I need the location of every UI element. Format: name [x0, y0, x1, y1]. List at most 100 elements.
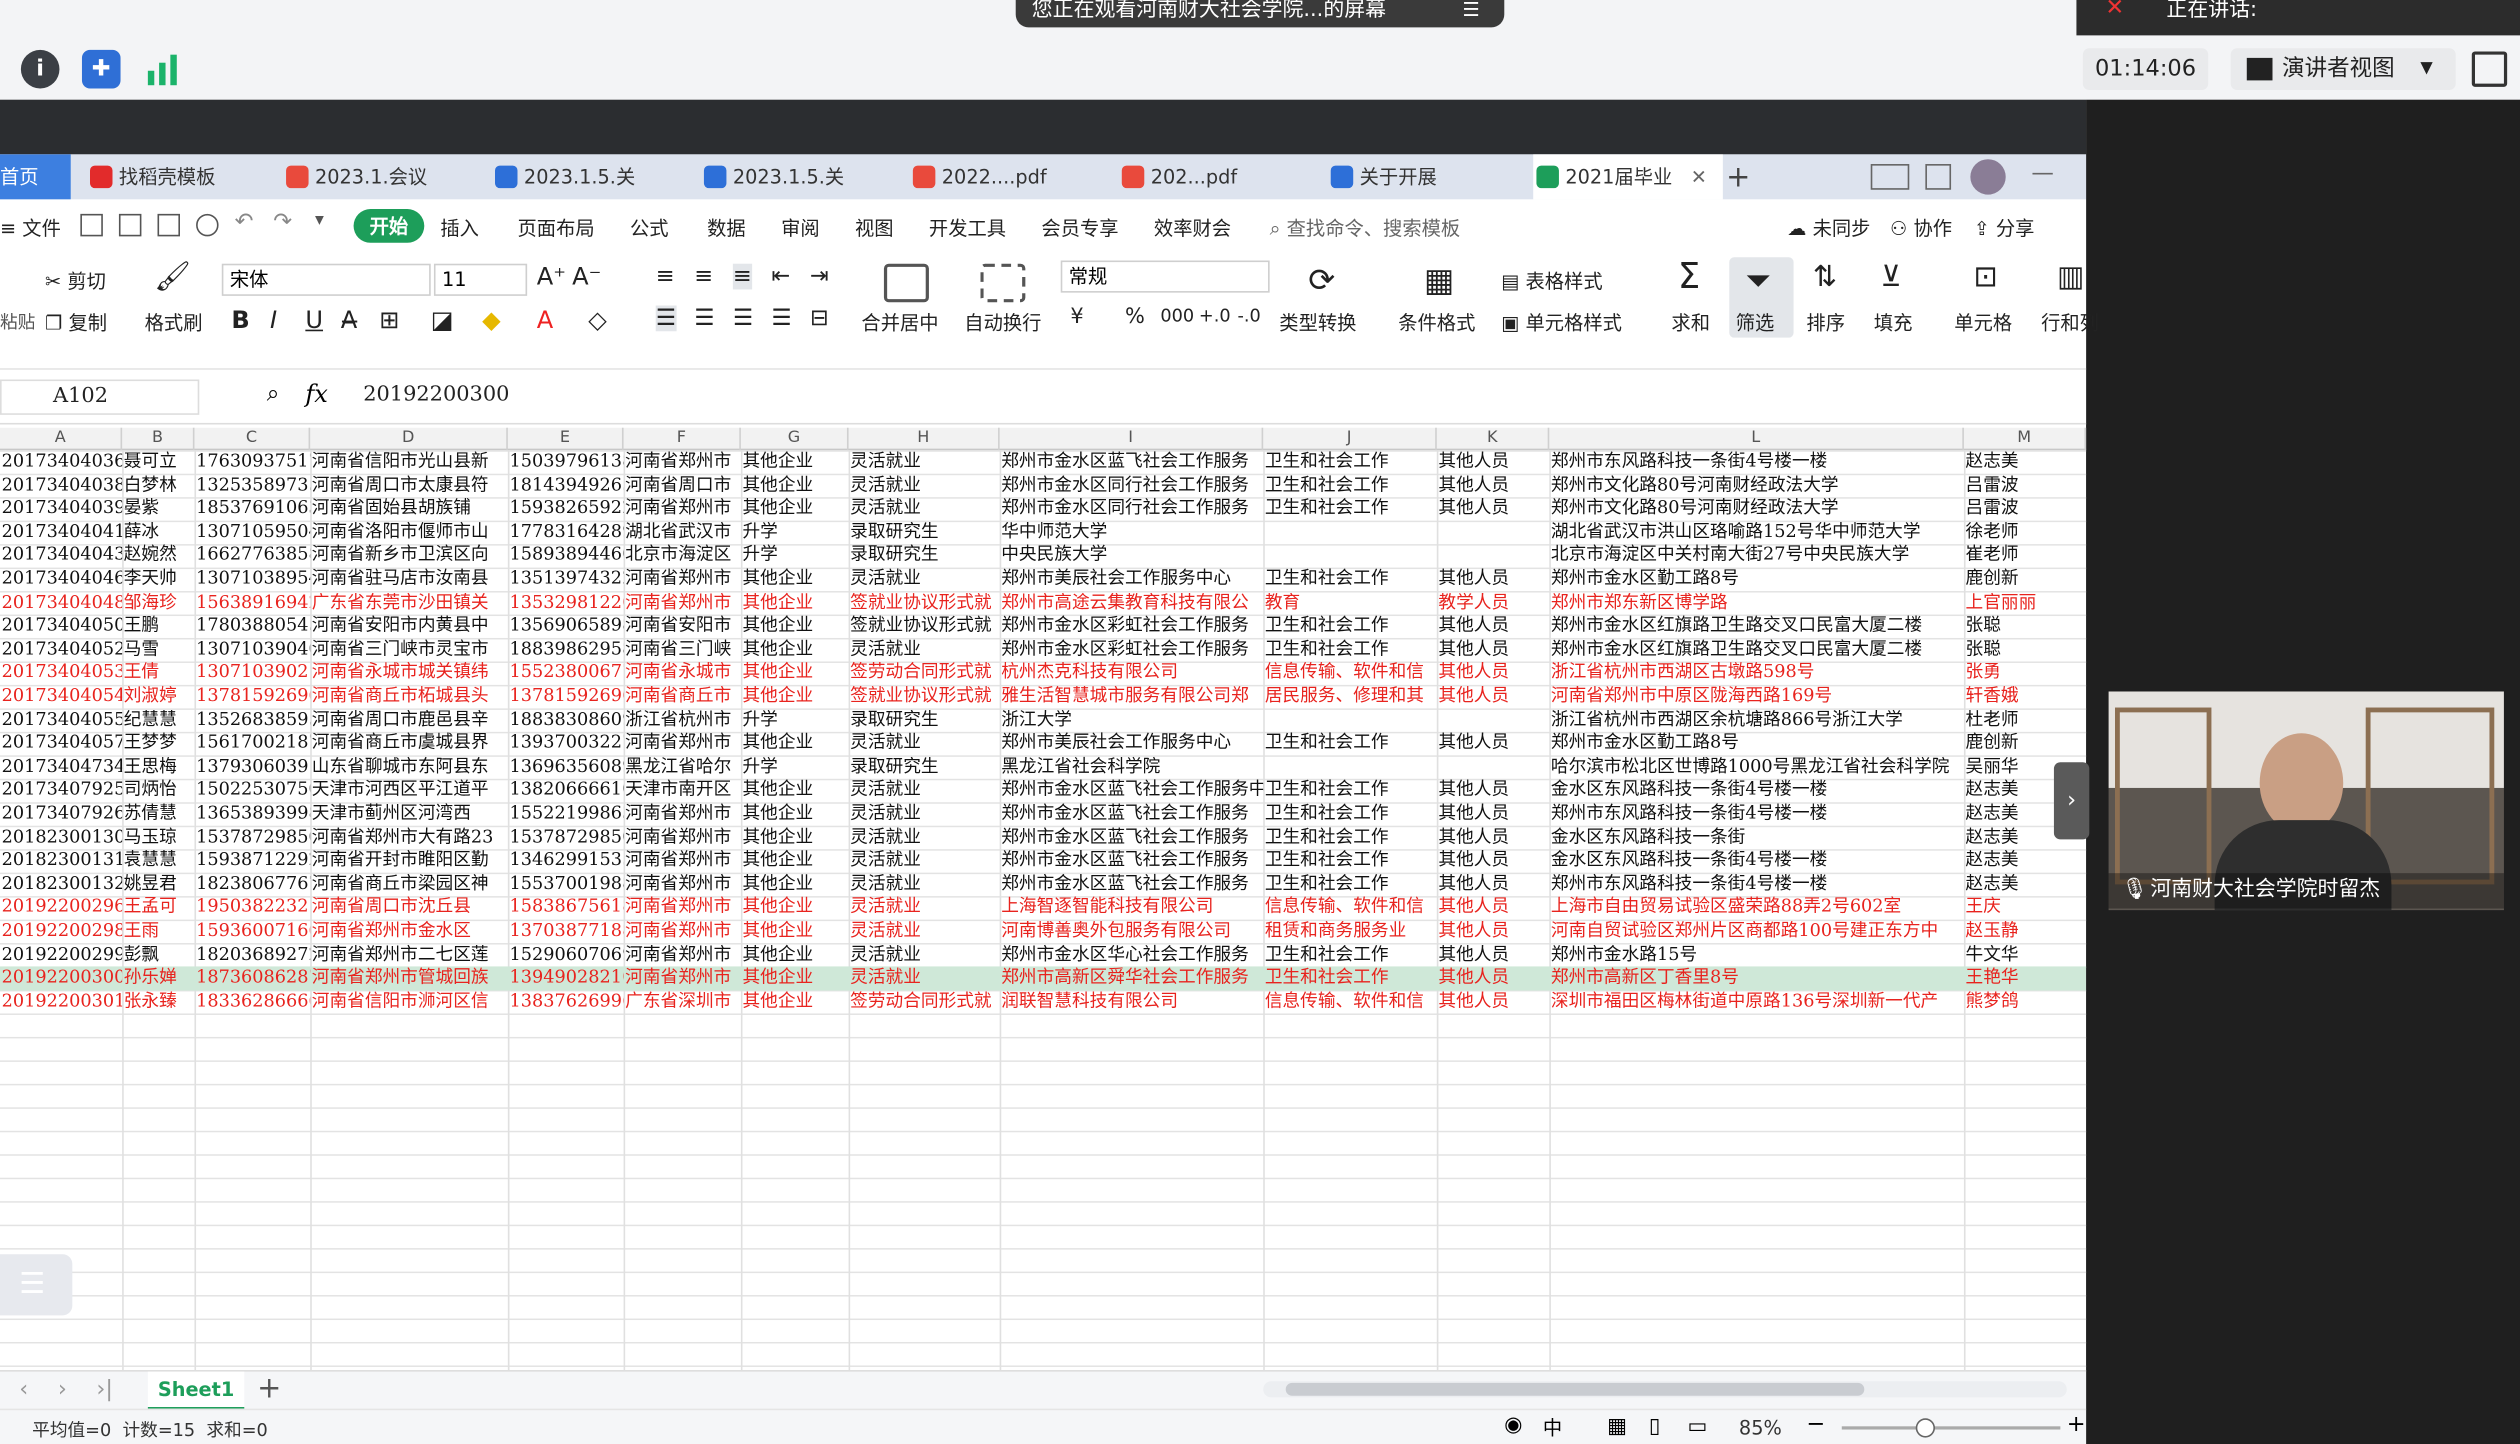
- last-sheet-icon[interactable]: ›|: [96, 1376, 113, 1402]
- table-cell[interactable]: 河南省郑州市: [624, 849, 741, 872]
- align-right-icon[interactable]: ☰: [733, 306, 753, 332]
- table-cell[interactable]: 孙乐婵: [122, 967, 194, 990]
- eraser-icon[interactable]: ◇: [588, 306, 607, 335]
- table-cell[interactable]: 其他企业: [741, 732, 849, 755]
- table-cell[interactable]: 13696356089: [508, 755, 623, 778]
- table-cell[interactable]: 20173404043: [0, 544, 123, 567]
- table-cell[interactable]: 河南省永城市: [624, 662, 741, 685]
- table-cell[interactable]: 15617002187: [194, 732, 310, 755]
- fullscreen-icon[interactable]: [2471, 51, 2508, 87]
- table-cell[interactable]: 其他人员: [1437, 849, 1550, 872]
- menu-view[interactable]: 视图: [855, 214, 894, 241]
- table-cell[interactable]: 灵活就业: [849, 873, 1000, 896]
- align-center-icon[interactable]: ☰: [694, 306, 714, 332]
- table-cell[interactable]: 卫生和社会工作: [1263, 826, 1437, 849]
- table-cell[interactable]: 其他企业: [741, 943, 849, 966]
- table-cell[interactable]: 湖北省武汉市洪山区珞喻路152号华中师范大学: [1549, 521, 1964, 544]
- table-row[interactable]: 20192200298 王雨 15936007166 河南省郑州市金水区 1370387…: [0, 920, 2086, 943]
- table-cell[interactable]: 华中师范大学: [1000, 521, 1264, 544]
- table-cell[interactable]: 崔老师: [1964, 544, 2086, 567]
- table-cell[interactable]: 灵活就业: [849, 849, 1000, 872]
- table-cell[interactable]: 20182300131: [0, 849, 123, 872]
- table-cell[interactable]: 其他企业: [741, 826, 849, 849]
- table-cell[interactable]: 其他人员: [1437, 685, 1550, 708]
- table-cell[interactable]: 河南省郑州市: [624, 943, 741, 966]
- strikethrough-icon[interactable]: A̶: [341, 306, 357, 335]
- menu-insert[interactable]: 插入: [440, 214, 479, 241]
- table-cell[interactable]: 其他企业: [741, 920, 849, 943]
- font-shrink-icon[interactable]: A⁻: [572, 262, 601, 291]
- table-cell[interactable]: 郑州市美辰社会工作服务中心: [1000, 568, 1264, 591]
- font-grow-icon[interactable]: A⁺: [537, 262, 566, 291]
- table-cell[interactable]: 其他人员: [1437, 474, 1550, 497]
- share-banner[interactable]: 您正在观看河南财大社会学院...的屏幕 ☰: [1015, 0, 1505, 28]
- table-cell[interactable]: 19503822321: [194, 896, 310, 919]
- table-cell[interactable]: 袁慧慧: [122, 849, 194, 872]
- table-cell[interactable]: 录取研究生: [849, 708, 1000, 731]
- table-cell[interactable]: 河南自贸试验区郑州片区商都路100号建正东方中: [1549, 920, 1964, 943]
- add-sheet-icon[interactable]: +: [257, 1372, 281, 1406]
- table-cell[interactable]: 晏紫: [122, 497, 194, 520]
- table-cell[interactable]: 杜老师: [1964, 708, 2086, 731]
- table-cell[interactable]: 信息传输、软件和信: [1263, 990, 1437, 1013]
- font-size-select[interactable]: 11: [433, 263, 528, 296]
- table-cell[interactable]: 郑州市金水区红旗路卫生路交叉口民富大厦二楼: [1549, 615, 1964, 638]
- table-cell[interactable]: 13071059504: [194, 521, 310, 544]
- table-cell[interactable]: 浙江省杭州市: [624, 708, 741, 731]
- table-cell[interactable]: 广东省深圳市: [624, 990, 741, 1013]
- table-cell[interactable]: 卫生和社会工作: [1263, 873, 1437, 896]
- table-cell[interactable]: 15936007166: [194, 920, 310, 943]
- eye-icon[interactable]: ◉: [1504, 1413, 1522, 1437]
- table-cell[interactable]: 邹海珍: [122, 591, 194, 614]
- break-view-icon[interactable]: ▭: [1688, 1415, 1708, 1439]
- column-header[interactable]: H: [849, 427, 1000, 451]
- percent-icon[interactable]: %: [1125, 306, 1145, 330]
- table-cell[interactable]: 18336286666: [194, 990, 310, 1013]
- table-cell[interactable]: 签劳动合同形式就: [849, 662, 1000, 685]
- table-cell[interactable]: 20173404036: [0, 450, 123, 473]
- table-cell[interactable]: 河南省驻马店市汝南县: [310, 568, 508, 591]
- table-cell[interactable]: 卫生和社会工作: [1263, 497, 1437, 520]
- border-icon[interactable]: ⊞: [379, 306, 399, 335]
- table-cell[interactable]: 马玉琼: [122, 826, 194, 849]
- table-cell[interactable]: 河南省郑州市: [624, 450, 741, 473]
- table-cell[interactable]: 郑州市高新区丁香里8号: [1549, 967, 1964, 990]
- table-row[interactable]: 20182300131 袁慧慧 15938712292 河南省开封市睢阳区勤 13462…: [0, 849, 2086, 872]
- table-cell[interactable]: 居民服务、修理和其: [1263, 685, 1437, 708]
- table-cell[interactable]: 浙江大学: [1000, 708, 1264, 731]
- command-search[interactable]: ⌕ 查找命令、搜索模板: [1270, 214, 1461, 241]
- table-cell[interactable]: 灵活就业: [849, 450, 1000, 473]
- table-cell[interactable]: 深圳市福田区梅林街道中原路136号深圳新一代产: [1549, 990, 1964, 1013]
- table-row[interactable]: 20173404734 王思梅 13793060391 山东省聊城市东阿县东 13696…: [0, 755, 2086, 778]
- table-cell[interactable]: 录取研究生: [849, 544, 1000, 567]
- table-row[interactable]: 20173407926 苏倩慧 13653893998 天津市蓟州区河湾西 155221…: [0, 802, 2086, 825]
- table-cell[interactable]: 13071039040: [194, 638, 310, 661]
- table-cell[interactable]: 杭州杰克科技有限公司: [1000, 662, 1264, 685]
- table-cell[interactable]: [1263, 755, 1437, 778]
- table-row[interactable]: 20173404046 李天帅 13071038954 河南省驻马店市汝南县 13513…: [0, 568, 2086, 591]
- table-cell[interactable]: 熊梦鸽: [1964, 990, 2086, 1013]
- table-cell[interactable]: 18537691063: [194, 497, 310, 520]
- table-cell[interactable]: 信息传输、软件和信: [1263, 896, 1437, 919]
- table-cell[interactable]: [1437, 708, 1550, 731]
- table-cell[interactable]: 升学: [741, 755, 849, 778]
- tab-active-spreadsheet[interactable]: 2021届毕业 ✕: [1533, 154, 1723, 200]
- table-cell[interactable]: 18203689272: [194, 943, 310, 966]
- table-cell[interactable]: 其他企业: [741, 615, 849, 638]
- table-row[interactable]: 20173404055 纪慧慧 13526838595 河南省周口市鹿邑县辛 18838…: [0, 708, 2086, 731]
- table-cell[interactable]: 河南省商丘市虞城县界: [310, 732, 508, 755]
- table-cell[interactable]: 河南省永城市城关镇纬: [310, 662, 508, 685]
- table-cell[interactable]: 河南省安阳市内黄县中: [310, 615, 508, 638]
- table-cell[interactable]: 河南省郑州市金水区: [310, 920, 508, 943]
- table-cell[interactable]: 其他企业: [741, 990, 849, 1013]
- save-icon[interactable]: [80, 213, 103, 237]
- zoom-level[interactable]: 85%: [1739, 1417, 1782, 1440]
- table-cell[interactable]: 河南省三门峡市灵宝市: [310, 638, 508, 661]
- sort-button[interactable]: 排序: [1806, 309, 1845, 336]
- column-header[interactable]: I: [1000, 427, 1264, 451]
- table-cell[interactable]: 13820666610: [508, 779, 623, 802]
- scrollbar-thumb[interactable]: [1285, 1382, 1865, 1396]
- table-cell[interactable]: 吕雷波: [1964, 474, 2086, 497]
- table-cell[interactable]: 20173404054: [0, 685, 123, 708]
- table-cell[interactable]: 聂可立: [122, 450, 194, 473]
